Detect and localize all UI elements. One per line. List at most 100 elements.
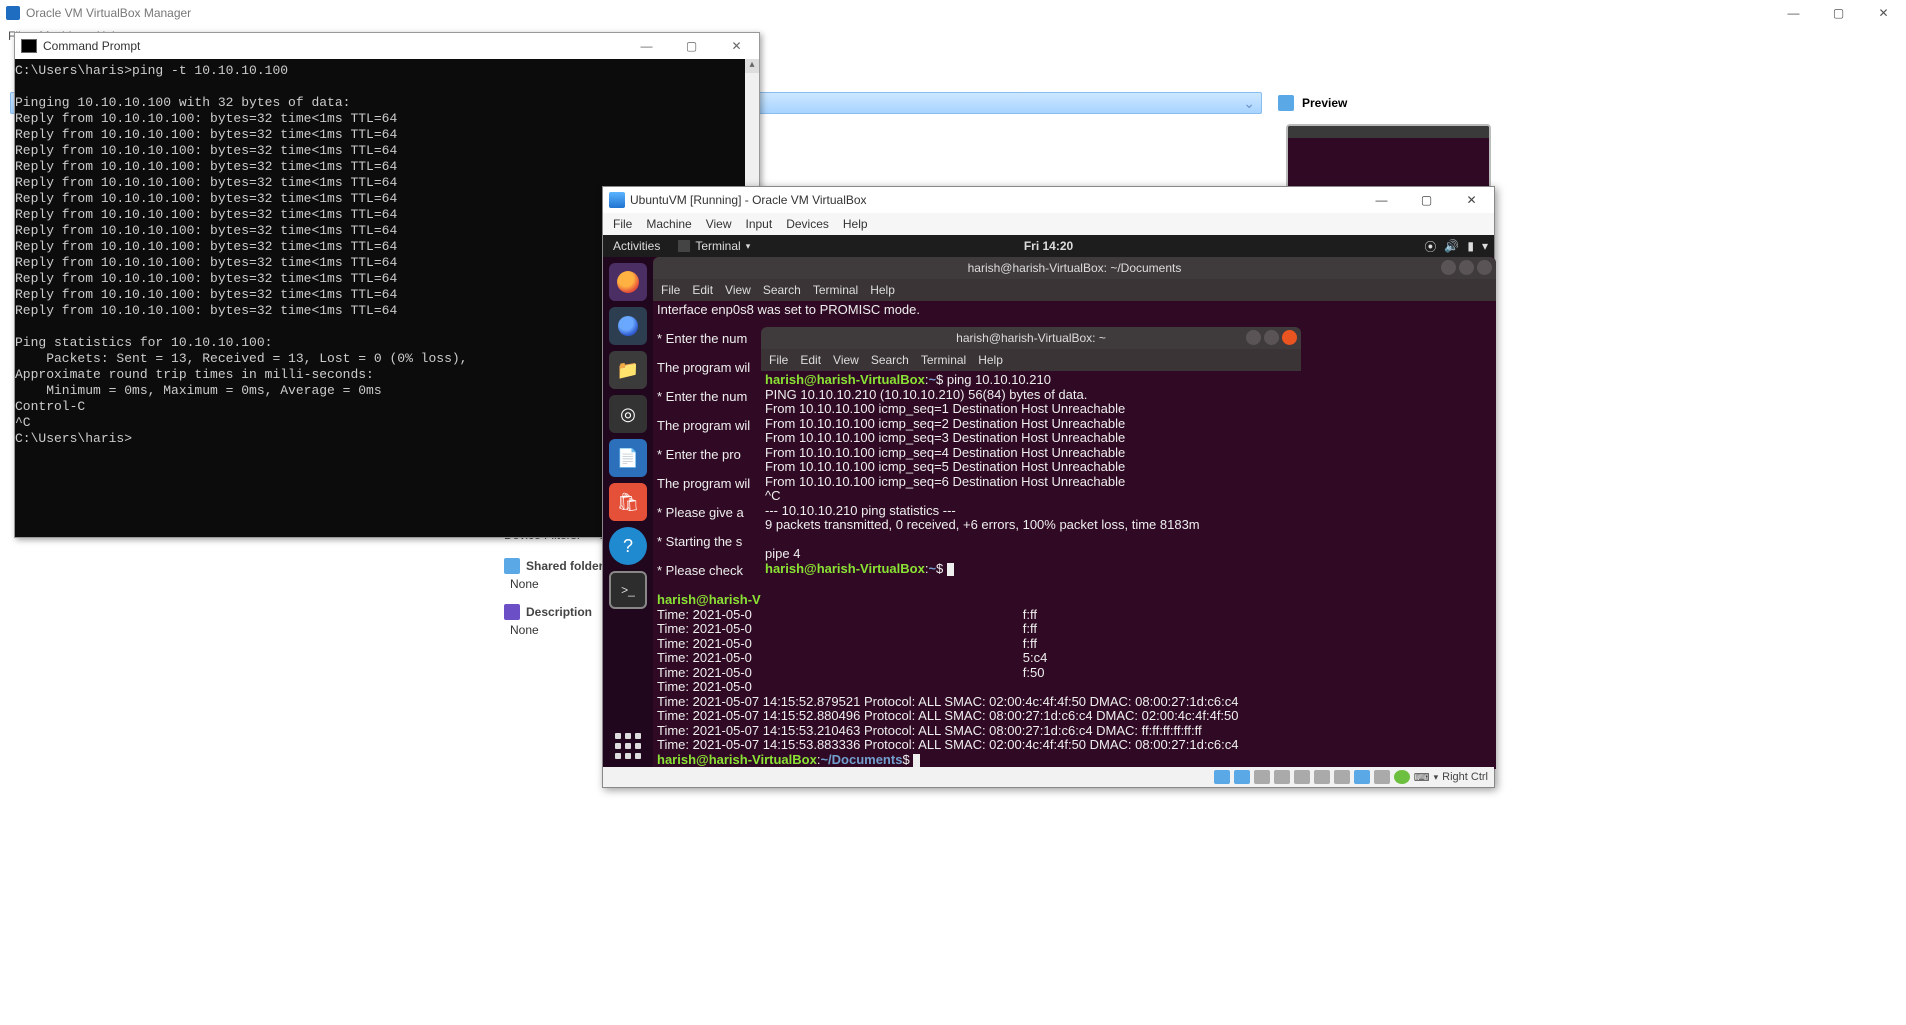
minimize-button[interactable] [1246, 330, 1261, 345]
preview-header: Preview [1278, 92, 1890, 114]
menu-input[interactable]: Input [746, 217, 773, 231]
thunderbird-icon[interactable] [609, 307, 647, 345]
menu-devices[interactable]: Devices [786, 217, 829, 231]
gnome-topbar: Activities Terminal ▾ Fri 14:20 ⦿ 🔊 ▮ ▾ [603, 235, 1494, 257]
vm-window-controls: — ▢ ✕ [1359, 187, 1494, 213]
cmd-titlebar[interactable]: Command Prompt — ▢ ✕ [15, 33, 759, 59]
show-apps-icon[interactable] [615, 733, 641, 759]
term1-menubar: File Edit View Search Terminal Help [653, 279, 1496, 301]
menu-view[interactable]: View [833, 353, 859, 368]
hdd-icon[interactable] [1214, 770, 1230, 784]
scroll-up-icon[interactable]: ▴ [745, 59, 759, 73]
terminal-icon[interactable] [609, 571, 647, 609]
host-key-label: Right Ctrl [1442, 771, 1488, 783]
preview-icon [1278, 95, 1294, 111]
term1-title-text: harish@harish-VirtualBox: ~/Documents [968, 261, 1182, 276]
menu-search[interactable]: Search [871, 353, 909, 368]
minimize-button[interactable]: — [1771, 0, 1816, 25]
menu-machine[interactable]: Machine [646, 217, 691, 231]
battery-icon[interactable]: ▮ [1467, 239, 1474, 253]
menu-search[interactable]: Search [763, 283, 801, 298]
term2-titlebar[interactable]: harish@harish-VirtualBox: ~ [761, 327, 1301, 349]
maximize-button[interactable] [1459, 260, 1474, 275]
vm-titlebar[interactable]: UbuntuVM [Running] - Oracle VM VirtualBo… [603, 187, 1494, 213]
vbox-titlebar[interactable]: Oracle VM VirtualBox Manager — ▢ ✕ [0, 0, 1906, 25]
terminal-icon [678, 240, 690, 252]
activities-button[interactable]: Activities [603, 239, 670, 253]
vbox-app-icon [6, 6, 20, 20]
menu-view[interactable]: View [725, 283, 751, 298]
chevron-down-icon[interactable]: ▾ [1482, 239, 1488, 253]
maximize-button[interactable]: ▢ [669, 33, 714, 59]
term1-titlebar[interactable]: harish@harish-VirtualBox: ~/Documents [653, 257, 1496, 279]
firefox-icon[interactable] [609, 263, 647, 301]
vm-statusbar: ⌨ ▾ Right Ctrl [603, 767, 1494, 787]
cmd-window-controls: — ▢ ✕ [624, 33, 759, 59]
minimize-button[interactable] [1441, 260, 1456, 275]
term2-output[interactable]: harish@harish-VirtualBox:~$ ping 10.10.1… [761, 371, 1301, 578]
rhythmbox-icon[interactable]: ◎ [609, 395, 647, 433]
close-button[interactable]: ✕ [1861, 0, 1906, 25]
maximize-button[interactable]: ▢ [1404, 187, 1449, 213]
current-app-indicator[interactable]: Terminal ▾ [670, 239, 758, 253]
menu-terminal[interactable]: Terminal [921, 353, 966, 368]
accessibility-icon[interactable]: ⦿ [1424, 238, 1436, 255]
ubuntu-dock: 📁 ◎ 📄 🛍 ? [603, 257, 653, 767]
menu-file[interactable]: File [613, 217, 632, 231]
menu-help[interactable]: Help [978, 353, 1003, 368]
folder-icon [504, 558, 520, 574]
recording-icon[interactable] [1354, 770, 1370, 784]
vbox-title-text: Oracle VM VirtualBox Manager [26, 6, 191, 20]
menu-file[interactable]: File [769, 353, 788, 368]
display-icon[interactable] [1334, 770, 1350, 784]
usb-icon[interactable] [1294, 770, 1310, 784]
close-button[interactable]: ✕ [714, 33, 759, 59]
close-button[interactable] [1282, 330, 1297, 345]
volume-icon[interactable]: 🔊 [1444, 239, 1459, 253]
preview-label: Preview [1302, 96, 1347, 110]
software-icon[interactable]: 🛍 [609, 483, 647, 521]
cpu-icon[interactable] [1374, 770, 1390, 784]
chevron-down-icon: ▾ [746, 241, 751, 252]
description-label: Description [526, 605, 592, 619]
description-icon [504, 604, 520, 620]
mouse-integration-icon[interactable] [1394, 770, 1410, 784]
network-icon[interactable] [1274, 770, 1290, 784]
menu-help[interactable]: Help [870, 283, 895, 298]
vbox-window-controls: — ▢ ✕ [1771, 0, 1906, 25]
chevron-down-icon[interactable]: ⌄ [1243, 95, 1255, 112]
minimize-button[interactable]: — [1359, 187, 1404, 213]
term2-menubar: File Edit View Search Terminal Help [761, 349, 1301, 371]
ubuntu-desktop: Activities Terminal ▾ Fri 14:20 ⦿ 🔊 ▮ ▾ … [603, 235, 1494, 767]
minimize-button[interactable]: — [624, 33, 669, 59]
maximize-button[interactable]: ▢ [1816, 0, 1861, 25]
menu-help[interactable]: Help [843, 217, 868, 231]
menu-edit[interactable]: Edit [800, 353, 821, 368]
vm-title-text: UbuntuVM [Running] - Oracle VM VirtualBo… [630, 193, 867, 207]
close-button[interactable] [1477, 260, 1492, 275]
virtualbox-icon [609, 192, 625, 208]
help-icon[interactable]: ? [609, 527, 647, 565]
close-button[interactable]: ✕ [1449, 187, 1494, 213]
menu-terminal[interactable]: Terminal [813, 283, 858, 298]
cmd-title-text: Command Prompt [43, 39, 140, 53]
clock[interactable]: Fri 14:20 [1024, 239, 1073, 253]
libreoffice-icon[interactable]: 📄 [609, 439, 647, 477]
keyboard-icon[interactable]: ⌨ [1414, 771, 1430, 784]
shared-folders-label: Shared folder [526, 559, 603, 573]
gnome-terminal-home[interactable]: harish@harish-VirtualBox: ~ File Edit Vi… [761, 327, 1301, 579]
term2-title-text: harish@harish-VirtualBox: ~ [956, 331, 1106, 346]
maximize-button[interactable] [1264, 330, 1279, 345]
vm-menubar: File Machine View Input Devices Help [603, 213, 1494, 235]
audio-icon[interactable] [1254, 770, 1270, 784]
gnome-status-area[interactable]: ⦿ 🔊 ▮ ▾ [1424, 238, 1488, 255]
shared-folder-icon[interactable] [1314, 770, 1330, 784]
ubuntu-vm-window[interactable]: UbuntuVM [Running] - Oracle VM VirtualBo… [602, 186, 1495, 788]
chevron-down-icon[interactable]: ▾ [1434, 772, 1439, 783]
menu-file[interactable]: File [661, 283, 680, 298]
cmd-icon [21, 39, 37, 53]
optical-icon[interactable] [1234, 770, 1250, 784]
menu-view[interactable]: View [706, 217, 732, 231]
menu-edit[interactable]: Edit [692, 283, 713, 298]
files-icon[interactable]: 📁 [609, 351, 647, 389]
